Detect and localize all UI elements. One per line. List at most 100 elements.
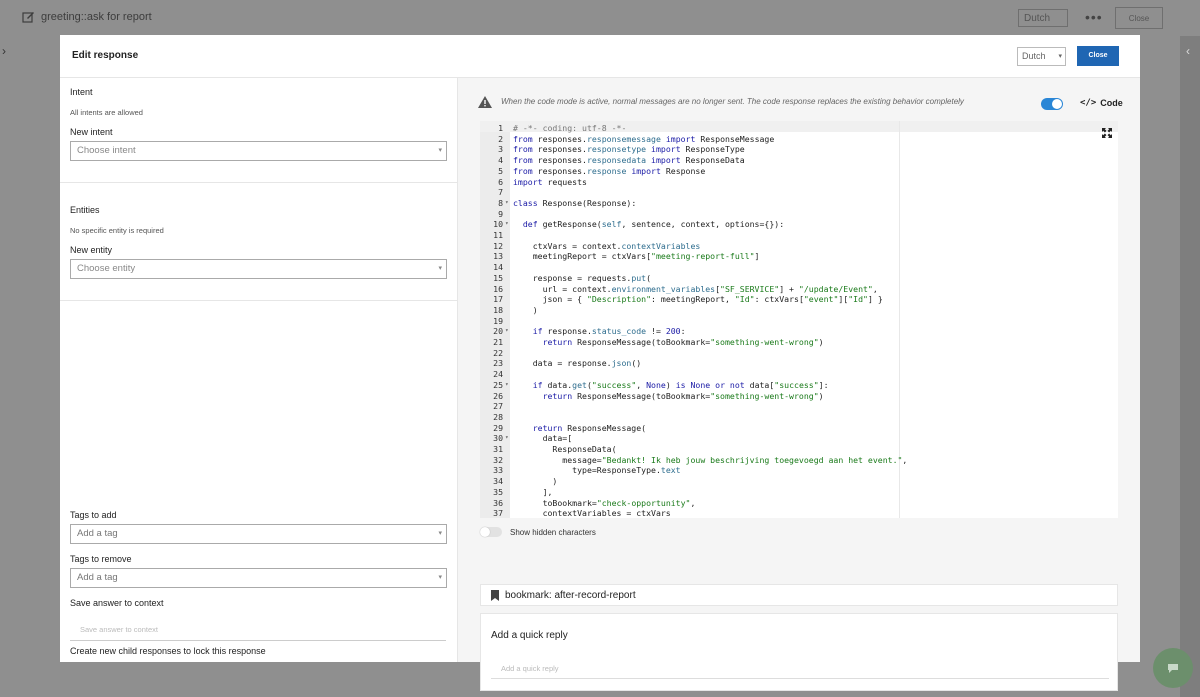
- chat-bubble-button[interactable]: [1153, 648, 1193, 688]
- code-mode-warning: When the code mode is active, normal mes…: [501, 97, 964, 106]
- fold-toggle-icon[interactable]: ▾: [505, 219, 509, 230]
- fold-toggle-icon[interactable]: ▾: [505, 433, 509, 444]
- line-number: 5: [498, 165, 503, 176]
- entity-select[interactable]: Choose entity ▾: [70, 259, 447, 279]
- line-number: 27: [493, 401, 503, 412]
- code-line: 21 return ResponseMessage(toBookmark="so…: [480, 337, 1118, 348]
- fold-toggle-icon[interactable]: ▾: [505, 326, 509, 337]
- save-context-label: Save answer to context: [70, 598, 164, 608]
- fold-toggle-icon[interactable]: ▾: [505, 380, 509, 391]
- code-line: 31 ResponseData(: [480, 444, 1118, 455]
- right-panel-strip: [1180, 36, 1200, 697]
- code-text: if response.status_code != 200:: [532, 326, 686, 337]
- code-mode-label: </> Code: [1080, 98, 1123, 108]
- line-number: 19: [493, 315, 503, 326]
- right-panel: When the code mode is active, normal mes…: [458, 78, 1140, 691]
- code-line: 6 import requests: [480, 177, 1118, 188]
- code-line: 32 message="Bedankt! Ik heb jouw beschri…: [480, 455, 1118, 466]
- app-language-select[interactable]: Dutch: [1018, 9, 1068, 27]
- line-number: 33: [493, 465, 503, 476]
- code-text: type=ResponseType.text: [513, 465, 681, 476]
- app-title: greeting::ask for report: [22, 11, 152, 23]
- quick-reply-box: Add a quick reply Add a quick reply: [480, 613, 1118, 691]
- tags-remove-select[interactable]: Add a tag ▾: [70, 568, 447, 588]
- code-line: 37 contextVariables = ctxVars: [480, 508, 1118, 518]
- line-number: 24: [493, 369, 503, 380]
- line-number: 34: [493, 476, 503, 487]
- line-number: 30: [493, 433, 503, 444]
- code-text: return ResponseMessage(toBookmark="somet…: [542, 390, 824, 401]
- code-text: message="Bedankt! Ik heb jouw beschrijvi…: [513, 454, 908, 465]
- line-number: 21: [493, 337, 503, 347]
- code-line: 17 json = { "Description": meetingReport…: [480, 294, 1118, 305]
- code-line: 23 data = response.json(): [480, 358, 1118, 369]
- code-text: ResponseData(: [513, 444, 617, 454]
- save-context-input[interactable]: Save answer to context: [70, 620, 446, 641]
- tags-add-placeholder: Add a tag: [77, 528, 118, 539]
- code-text: # -*- coding: utf-8 -*-: [513, 123, 627, 133]
- line-number: 17: [493, 294, 503, 305]
- code-text: ctxVars = context.contextVariables: [513, 240, 701, 251]
- code-line: 33 type=ResponseType.text: [480, 465, 1118, 476]
- code-mode-toggle[interactable]: [1041, 98, 1063, 110]
- expand-icon[interactable]: [1102, 128, 1112, 138]
- code-text: url = context.environment_variables["SF_…: [513, 283, 878, 294]
- tags-remove-placeholder: Add a tag: [77, 572, 118, 583]
- code-text: response = requests.put(: [513, 272, 652, 283]
- line-number: 9: [498, 208, 503, 219]
- tags-add-select[interactable]: Add a tag ▾: [70, 524, 447, 544]
- code-text: data=[: [513, 433, 573, 444]
- code-line: 16 url = context.environment_variables["…: [480, 284, 1118, 295]
- modal-header: Edit response Dutch ▾ Close: [60, 35, 1140, 78]
- app-close-button[interactable]: Close: [1115, 7, 1163, 29]
- show-hidden-row: Show hidden characters: [480, 527, 596, 537]
- line-number: 2: [498, 133, 503, 144]
- chevron-down-icon: ▾: [438, 530, 442, 537]
- code-line: 22: [480, 348, 1118, 359]
- code-line: 18 ): [480, 305, 1118, 316]
- code-line: 30 ▾ data=[: [480, 433, 1118, 444]
- child-responses-label: Create new child responses to lock this …: [70, 646, 266, 656]
- code-text: return ResponseMessage(toBookmark="somet…: [542, 337, 824, 347]
- intent-select[interactable]: Choose intent ▾: [70, 141, 447, 161]
- code-line: 28: [480, 412, 1118, 423]
- line-number: 6: [498, 176, 503, 187]
- language-select-value: Dutch: [1022, 51, 1046, 61]
- more-menu-button[interactable]: •••: [1085, 9, 1103, 25]
- code-line: 19: [480, 316, 1118, 327]
- chevron-right-icon[interactable]: ›: [2, 44, 6, 58]
- line-number: 20: [493, 326, 503, 337]
- code-line: 13 meetingReport = ctxVars["meeting-repo…: [480, 251, 1118, 262]
- intent-select-placeholder: Choose intent: [77, 145, 136, 156]
- code-text: from responses.responsemessage import Re…: [513, 133, 775, 144]
- quick-reply-input[interactable]: Add a quick reply: [491, 659, 1109, 679]
- line-number: 7: [498, 187, 503, 198]
- edit-icon: [22, 12, 34, 23]
- line-number: 25: [493, 379, 503, 390]
- chevron-down-icon: ▾: [438, 265, 442, 272]
- code-line: 35 ],: [480, 487, 1118, 498]
- line-number: 26: [493, 390, 503, 401]
- intent-hint: All intents are allowed: [70, 108, 143, 117]
- code-text: ): [513, 476, 558, 487]
- close-button[interactable]: Close: [1077, 46, 1119, 66]
- bookmark-icon: [491, 589, 499, 601]
- code-text: meetingReport = ctxVars["meeting-report-…: [513, 251, 760, 262]
- code-editor[interactable]: 1 # -*- coding: utf-8 -*- 2 from responses.…: [480, 121, 1118, 518]
- entities-label: Entities: [70, 205, 100, 215]
- code-line: 25 ▾ if data.get("success", None) is None…: [480, 380, 1118, 391]
- code-text: from responses.responsetype import Respo…: [513, 144, 745, 155]
- line-number: 8: [498, 197, 503, 208]
- code-text: class Response(Response):: [513, 197, 637, 208]
- language-select[interactable]: Dutch ▾: [1017, 47, 1066, 66]
- chat-icon: [1168, 663, 1178, 673]
- code-text: data = response.json(): [513, 358, 642, 369]
- fold-toggle-icon[interactable]: ▾: [505, 198, 509, 209]
- bookmark-bar[interactable]: bookmark: after-record-report: [480, 584, 1118, 606]
- chevron-left-icon[interactable]: ‹: [1186, 44, 1190, 58]
- divider: [60, 182, 457, 183]
- show-hidden-toggle[interactable]: [480, 527, 502, 537]
- entity-select-placeholder: Choose entity: [77, 263, 136, 274]
- code-line: 2 from responses.responsemessage import R…: [480, 134, 1118, 145]
- code-text: ],: [513, 486, 553, 497]
